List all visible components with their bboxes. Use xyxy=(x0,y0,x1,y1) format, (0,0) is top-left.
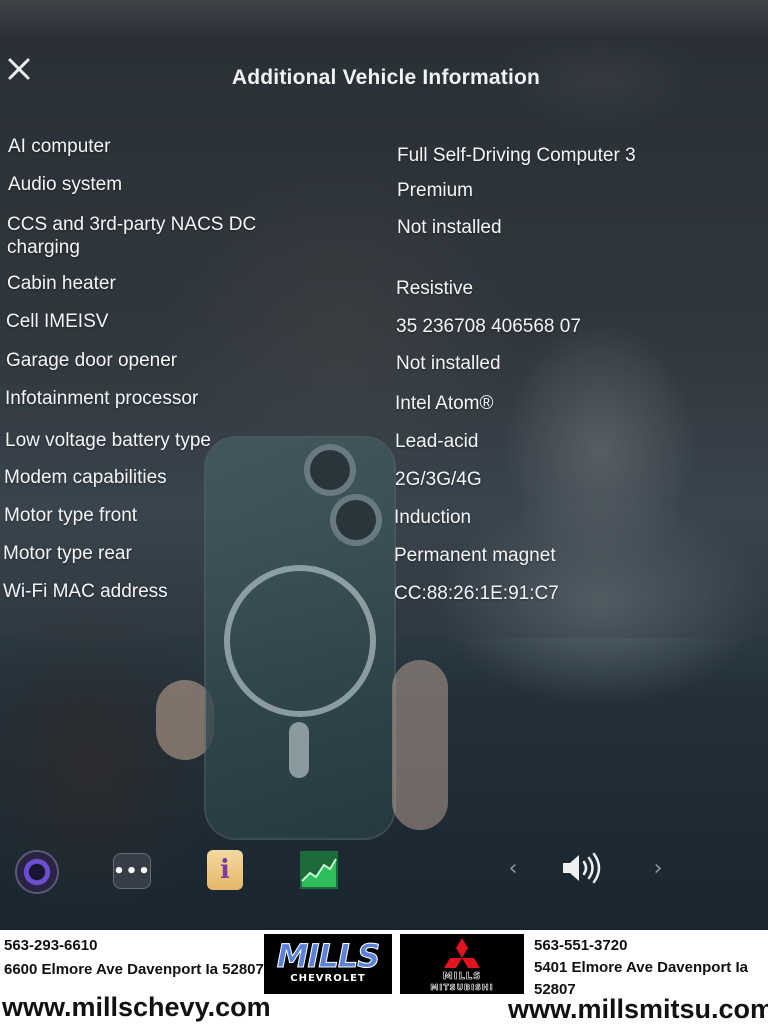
camera-icon[interactable] xyxy=(17,852,57,892)
info-label-cell-imeisv: Cell IMEISV xyxy=(6,311,109,332)
info-value-infotainment: Intel Atom® xyxy=(395,393,494,414)
chart-icon-glyph xyxy=(300,851,338,889)
info-label-lv-battery: Low voltage battery type xyxy=(5,430,211,451)
more-icon[interactable]: ••• xyxy=(113,853,151,889)
tesla-screen-photo: Additional Vehicle Information AI comput… xyxy=(0,0,768,1024)
info-label-dc-charging: CCS and 3rd-party NACS DC charging xyxy=(7,214,257,258)
info-value-modem: 2G/3G/4G xyxy=(395,469,482,490)
volume-icon[interactable] xyxy=(560,850,606,886)
info-value-motor-rear: Permanent magnet xyxy=(394,545,556,566)
mills-mitsubishi-logo: MILLS MITSUBISHI xyxy=(400,934,524,994)
info-value-lv-battery: Lead-acid xyxy=(395,431,479,452)
info-value-garage-door: Not installed xyxy=(396,353,501,374)
info-value-wifi-mac: CC:88:26:1E:91:C7 xyxy=(394,583,559,604)
chart-icon[interactable] xyxy=(300,851,338,889)
info-label-wifi-mac: Wi-Fi MAC address xyxy=(3,581,168,602)
chevy-url[interactable]: www.millschevy.com xyxy=(2,992,271,1022)
chevy-phone: 563-293-6610 xyxy=(4,937,98,954)
info-value-audio-system: Premium xyxy=(397,180,474,201)
mitsubishi-diamonds-icon xyxy=(444,938,480,968)
mills-chevrolet-logo: MILLS CHEVROLET xyxy=(264,934,392,994)
magsafe-tab-reflection xyxy=(289,722,309,778)
info-label-garage-door: Garage door opener xyxy=(6,350,178,371)
info-label-audio-system: Audio system xyxy=(8,174,123,195)
dealer-footer: 563-293-6610 6600 Elmore Ave Davenport I… xyxy=(0,930,768,1024)
info-value-dc-charging: Not installed xyxy=(397,217,502,238)
info-value-cell-imeisv: 35 236708 406568 07 xyxy=(396,316,581,337)
chevy-logo-word: MILLS xyxy=(276,937,381,975)
mitsu-address-line1: 5401 Elmore Ave Davenport Ia xyxy=(534,959,748,976)
screen-bezel xyxy=(0,0,768,40)
info-label-motor-front: Motor type front xyxy=(4,505,138,526)
hand-reflection-right xyxy=(392,660,448,830)
mitsu-url[interactable]: www.millsmitsu.com xyxy=(508,994,768,1024)
chevron-left-icon[interactable]: ‹ xyxy=(505,855,521,881)
manual-icon[interactable]: i xyxy=(207,850,243,890)
info-value-cabin-heater: Resistive xyxy=(396,278,474,299)
phone-camera-reflection xyxy=(300,444,382,554)
page-title: Additional Vehicle Information xyxy=(231,66,541,89)
info-label-modem: Modem capabilities xyxy=(4,467,167,488)
info-label-ai-computer: AI computer xyxy=(8,136,111,157)
mitsu-logo-sub: MITSUBISHI xyxy=(430,983,494,993)
info-label-infotainment: Infotainment processor xyxy=(5,388,199,409)
info-label-cabin-heater: Cabin heater xyxy=(7,273,116,294)
chevy-address: 6600 Elmore Ave Davenport Ia 52807 xyxy=(4,961,264,978)
volume-icon-glyph xyxy=(563,852,601,884)
info-value-motor-front: Induction xyxy=(394,507,472,528)
info-label-motor-rear: Motor type rear xyxy=(3,543,132,564)
mitsu-logo-word: MILLS xyxy=(442,971,482,983)
chevron-right-icon[interactable]: › xyxy=(650,855,666,881)
mitsu-phone: 563-551-3720 xyxy=(534,937,628,954)
info-value-ai-computer: Full Self-Driving Computer 3 xyxy=(397,145,636,166)
